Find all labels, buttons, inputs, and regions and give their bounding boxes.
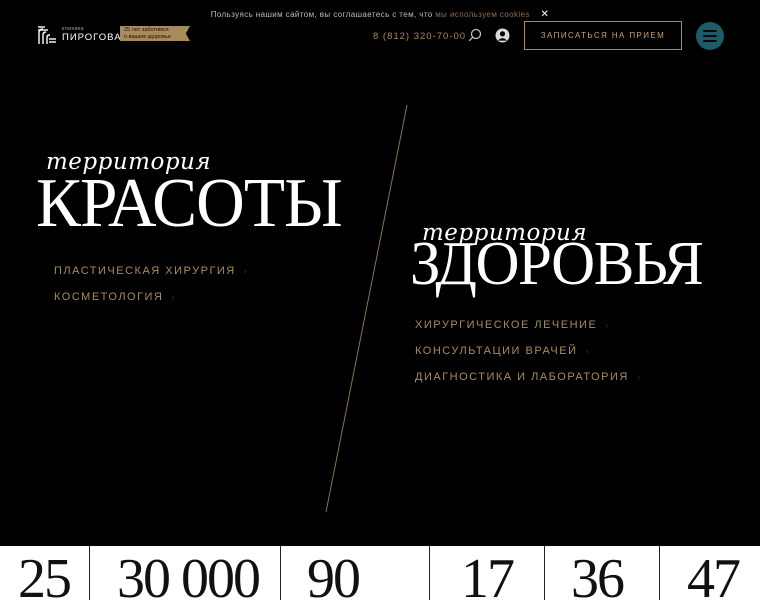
anniversary-badge: 25 лет заботимся о вашем здоровье — [120, 26, 190, 41]
link-cosmetology[interactable]: КОСМЕТОЛОГИЯ › — [54, 284, 248, 310]
link-diagnostics[interactable]: ДИАГНОСТИКА И ЛАБОРАТОРИЯ › — [415, 364, 641, 390]
stat-value: 30 000 — [117, 548, 261, 600]
cookie-link[interactable]: мы используем cookies — [435, 10, 530, 19]
appointment-button[interactable]: Записаться на прием — [524, 21, 682, 50]
beauty-title: КРАСОТЫ — [36, 165, 343, 242]
clinic-logo[interactable]: клиника ПИРОГОВА — [36, 24, 122, 46]
chevron-right-icon: › — [243, 266, 249, 276]
badge-line-2: о вашем здоровье — [124, 33, 171, 40]
stat-divider — [659, 546, 660, 600]
search-icon[interactable] — [468, 28, 482, 42]
stat-divider — [429, 546, 430, 600]
chevron-right-icon: › — [605, 320, 610, 330]
stat-value: 47 — [687, 548, 741, 600]
stats-bar: 25 30 000 90 17 36 47 — [0, 546, 760, 600]
beauty-links: ПЛАСТИЧЕСКАЯ ХИРУРГИЯ › КОСМЕТОЛОГИЯ › — [54, 258, 248, 310]
stat-divider — [544, 546, 545, 600]
stat-value: 36 — [571, 548, 625, 600]
chevron-right-icon: › — [636, 372, 642, 382]
link-plastic-surgery[interactable]: ПЛАСТИЧЕСКАЯ ХИРУРГИЯ › — [54, 258, 248, 284]
phone-number[interactable]: 8 (812) 320-70-00 — [373, 31, 466, 42]
link-consultations[interactable]: КОНСУЛЬТАЦИИ ВРАЧЕЙ › — [415, 338, 641, 364]
menu-icon[interactable] — [696, 22, 724, 50]
health-title: ЗДОРОВЬЯ — [410, 230, 704, 298]
stat-value: 17 — [461, 548, 515, 600]
stat-divider — [89, 546, 90, 600]
stat-divider — [280, 546, 281, 600]
health-links: ХИРУРГИЧЕСКОЕ ЛЕЧЕНИЕ › КОНСУЛЬТАЦИИ ВРАЧ… — [415, 312, 641, 390]
chevron-right-icon: › — [171, 292, 176, 302]
user-account-icon[interactable] — [495, 28, 510, 43]
stat-value: 90 — [307, 548, 361, 600]
chevron-right-icon: › — [585, 346, 591, 356]
logo-name: ПИРОГОВА — [62, 32, 122, 44]
stat-value: 25 — [18, 548, 72, 600]
cookie-close-icon[interactable]: ✕ — [540, 9, 549, 19]
link-surgical-treatment[interactable]: ХИРУРГИЧЕСКОЕ ЛЕЧЕНИЕ › — [415, 312, 641, 338]
cookie-text: Пользуясь нашим сайтом, вы соглашаетесь … — [210, 10, 436, 19]
cookie-notice: Пользуясь нашим сайтом, вы соглашаетесь … — [0, 9, 760, 19]
logo-mark-icon — [38, 26, 56, 44]
